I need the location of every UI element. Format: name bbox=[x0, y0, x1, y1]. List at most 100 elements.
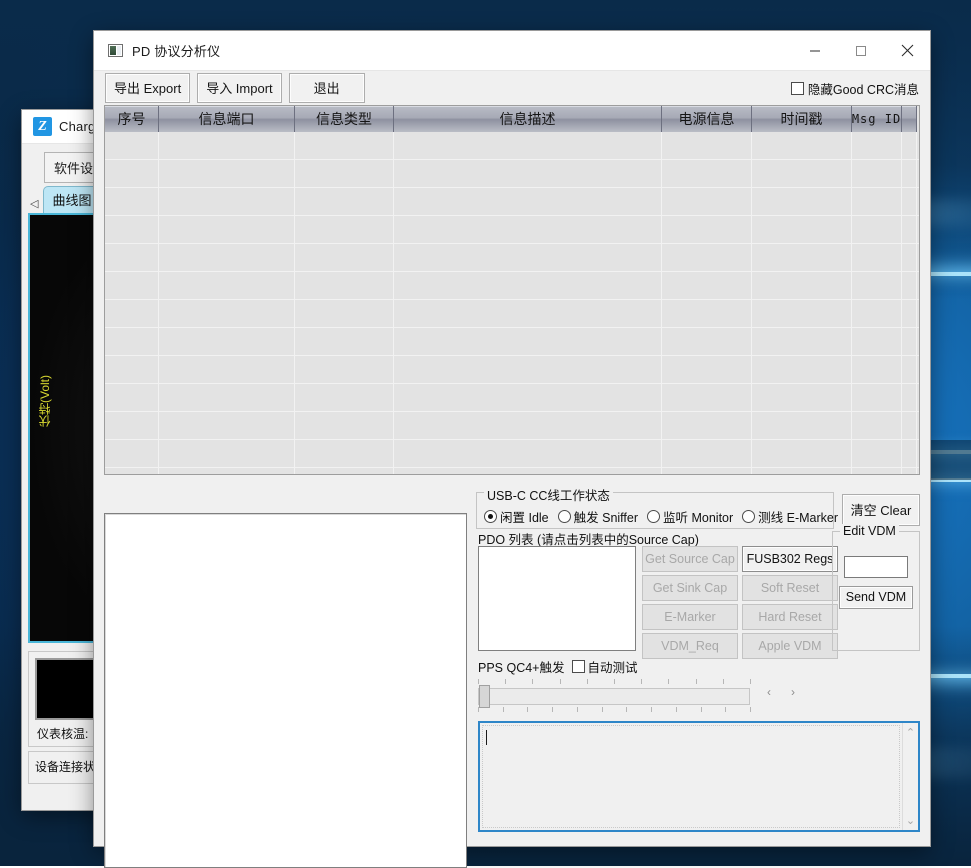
table-cell bbox=[662, 356, 752, 383]
message-detail-panel[interactable] bbox=[104, 513, 467, 868]
table-row[interactable] bbox=[105, 468, 919, 475]
table-cell bbox=[902, 216, 917, 243]
slider-thumb[interactable] bbox=[479, 685, 490, 708]
cc-state-group-label: USB-C CC线工作状态 bbox=[484, 485, 613, 504]
minimize-button[interactable] bbox=[792, 31, 838, 70]
table-cell bbox=[852, 384, 902, 411]
table-row[interactable] bbox=[105, 160, 919, 188]
export-button[interactable]: 导出 Export bbox=[105, 73, 190, 103]
table-row[interactable] bbox=[105, 132, 919, 160]
table-row[interactable] bbox=[105, 384, 919, 412]
command-button-grid[interactable]: Get Source CapFUSB302 RegsGet Sink CapSo… bbox=[642, 546, 838, 659]
text-caret bbox=[486, 730, 487, 745]
table-body[interactable] bbox=[105, 132, 919, 474]
cc-state-radio-label: 闲置 Idle bbox=[500, 507, 549, 526]
table-header-cell[interactable]: 时间戳 bbox=[752, 106, 852, 132]
table-cell bbox=[394, 272, 662, 299]
log-text-content[interactable] bbox=[482, 725, 900, 828]
scroll-up-icon[interactable]: ⌃ bbox=[906, 726, 915, 739]
table-header-cell[interactable]: Msg ID bbox=[852, 106, 902, 132]
slider-ticks-bottom bbox=[478, 707, 750, 712]
table-row[interactable] bbox=[105, 300, 919, 328]
pdo-list[interactable] bbox=[478, 546, 636, 651]
send-vdm-button[interactable]: Send VDM bbox=[839, 586, 913, 609]
table-cell bbox=[662, 188, 752, 215]
command-button: Get Sink Cap bbox=[642, 575, 738, 601]
table-cell bbox=[662, 300, 752, 327]
tab-curve-chart[interactable]: 曲线图 bbox=[43, 186, 100, 213]
table-header-cell[interactable]: 信息端口 bbox=[159, 106, 295, 132]
radio-icon bbox=[558, 510, 571, 523]
cc-state-radio-label: 监听 Monitor bbox=[663, 507, 733, 526]
table-header-cell[interactable]: 序号 bbox=[105, 106, 159, 132]
pd-analyzer-window[interactable]: PD 协议分析仪 导出 Export 导入 Import 退出 隐藏Good C… bbox=[94, 31, 930, 846]
table-cell bbox=[105, 244, 159, 271]
clear-button[interactable]: 清空 Clear bbox=[842, 494, 920, 526]
tab-scroll-left-icon[interactable]: ◁ bbox=[28, 197, 43, 213]
command-button[interactable]: FUSB302 Regs bbox=[742, 546, 838, 572]
table-cell bbox=[852, 412, 902, 439]
table-cell bbox=[752, 272, 852, 299]
command-button: Apple VDM bbox=[742, 633, 838, 659]
table-cell bbox=[902, 440, 917, 467]
table-row[interactable] bbox=[105, 188, 919, 216]
table-cell bbox=[159, 356, 295, 383]
table-row[interactable] bbox=[105, 272, 919, 300]
pps-stepper[interactable]: ‹ › bbox=[758, 683, 804, 701]
command-button: Get Source Cap bbox=[642, 546, 738, 572]
table-cell bbox=[394, 412, 662, 439]
slider-track[interactable] bbox=[478, 688, 750, 705]
slider-ticks-top bbox=[478, 679, 750, 684]
stepper-increase-icon[interactable]: › bbox=[782, 683, 804, 701]
command-button: E-Marker bbox=[642, 604, 738, 630]
message-table[interactable]: 序号信息端口信息类型信息描述电源信息时间戳Msg ID bbox=[104, 105, 920, 475]
checkbox-icon bbox=[791, 82, 804, 95]
table-row[interactable] bbox=[105, 440, 919, 468]
charger-app-title: Charg bbox=[59, 119, 95, 134]
table-row[interactable] bbox=[105, 216, 919, 244]
cc-state-radio-option[interactable]: 测线 E-Marker bbox=[742, 507, 838, 526]
table-cell bbox=[662, 412, 752, 439]
cc-state-radio-option[interactable]: 监听 Monitor bbox=[647, 507, 733, 526]
table-header-cell[interactable] bbox=[902, 106, 917, 132]
log-textarea[interactable]: ⌃ ⌄ bbox=[478, 721, 920, 832]
table-cell bbox=[852, 216, 902, 243]
table-cell bbox=[394, 244, 662, 271]
table-row[interactable] bbox=[105, 328, 919, 356]
table-cell bbox=[159, 328, 295, 355]
table-header-cell[interactable]: 信息描述 bbox=[394, 106, 662, 132]
table-cell bbox=[752, 468, 852, 475]
pd-lower-area: USB-C CC线工作状态 闲置 Idle 触发 Sniffer 监听 Monito… bbox=[104, 483, 920, 838]
pps-voltage-slider[interactable] bbox=[478, 679, 750, 711]
maximize-button[interactable] bbox=[838, 31, 884, 70]
scroll-down-icon[interactable]: ⌄ bbox=[906, 814, 915, 827]
table-cell bbox=[902, 328, 917, 355]
cc-state-radio-option[interactable]: 闲置 Idle bbox=[484, 507, 549, 526]
table-header-cell[interactable]: 电源信息 bbox=[662, 106, 752, 132]
table-cell bbox=[394, 132, 662, 159]
table-cell bbox=[295, 412, 394, 439]
import-button[interactable]: 导入 Import bbox=[197, 73, 281, 103]
close-button[interactable] bbox=[884, 31, 930, 70]
table-cell bbox=[852, 328, 902, 355]
table-cell bbox=[159, 384, 295, 411]
table-row[interactable] bbox=[105, 356, 919, 384]
table-row[interactable] bbox=[105, 412, 919, 440]
exit-button[interactable]: 退出 bbox=[289, 73, 365, 103]
table-cell bbox=[159, 412, 295, 439]
stepper-decrease-icon[interactable]: ‹ bbox=[758, 683, 780, 701]
table-cell bbox=[105, 440, 159, 467]
table-header-cell[interactable]: 信息类型 bbox=[295, 106, 394, 132]
command-button: Hard Reset bbox=[742, 604, 838, 630]
table-cell bbox=[105, 160, 159, 187]
log-scrollbar[interactable]: ⌃ ⌄ bbox=[902, 723, 918, 830]
pd-titlebar[interactable]: PD 协议分析仪 bbox=[94, 31, 930, 71]
auto-test-checkbox[interactable]: 自动测试 bbox=[572, 657, 638, 676]
table-cell bbox=[662, 160, 752, 187]
table-row[interactable] bbox=[105, 244, 919, 272]
cc-state-radio-option[interactable]: 触发 Sniffer bbox=[558, 507, 638, 526]
vdm-input[interactable] bbox=[844, 556, 908, 578]
table-cell bbox=[295, 440, 394, 467]
hide-good-crc-checkbox[interactable]: 隐藏Good CRC消息 bbox=[791, 79, 919, 98]
cc-state-group: USB-C CC线工作状态 闲置 Idle触发 Sniffer监听 Monito… bbox=[476, 492, 834, 529]
